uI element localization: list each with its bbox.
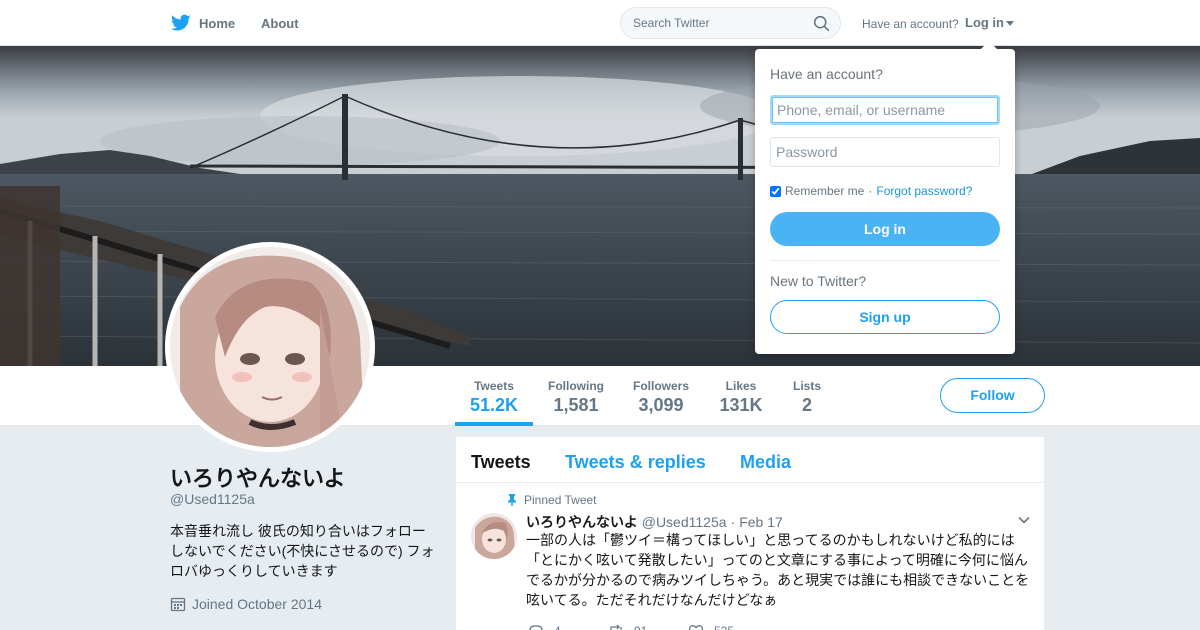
forgot-password-link[interactable]: Forgot password? [876,184,972,198]
top-navigation-bar: Home About Have an account? Log in [0,0,1200,46]
tweet-header: いろりやんないよ @Used1125a · Feb 17 [526,512,783,532]
retweet-count: 91 [634,624,647,630]
nav-about-link[interactable]: About [261,16,299,31]
stat-tweets-label: Tweets [474,379,514,393]
remember-me-checkbox[interactable] [770,185,781,197]
tweet-author-handle[interactable]: @Used1125a [642,514,727,530]
follow-button[interactable]: Follow [940,378,1045,413]
profile-handle[interactable]: @Used1125a [170,491,255,507]
stat-tweets-value: 51.2K [469,395,519,415]
tweet-text: 一部の人は「鬱ツイ＝構ってほしい」と思ってるのかもしれないけど私的には「とにかく… [526,532,1030,608]
stat-following-value: 1,581 [553,395,599,415]
login-dropdown: Have an account? Remember me · Forgot pa… [755,41,1015,354]
profile-joined-text: Joined October 2014 [192,596,322,612]
tweet-author-name[interactable]: いろりやんないよ [526,514,638,530]
timeline-tabs: Tweets Tweets & replies Media [456,437,1044,483]
reply-button[interactable]: 4 [528,623,608,630]
dropdown-arrow [981,41,997,49]
retweet-button[interactable]: 91 [608,623,688,630]
pinned-text: Pinned Tweet [524,493,597,507]
pin-icon [508,494,516,506]
tweet-timestamp[interactable]: Feb 17 [739,514,783,530]
profile-bio: 本音垂れ流し 彼氏の知り合いはフォローしないでください(不快にさせるので) フォ… [170,523,435,579]
stat-likes[interactable]: Likes 131K [712,366,770,426]
login-toggle-label: Log in [965,15,1004,30]
stat-followers-label: Followers [632,379,689,393]
stat-lists-value: 2 [801,395,812,415]
remember-separator: · [868,184,873,198]
twitter-bird-icon [171,14,191,31]
profile-avatar[interactable] [165,242,375,452]
username-field[interactable] [770,95,1000,125]
signup-button[interactable]: Sign up [770,300,1000,334]
tab-media[interactable]: Media [740,452,791,473]
calendar-icon [170,597,186,612]
stat-lists-label: Lists [792,379,821,393]
caret-down-icon [1006,21,1014,27]
pinned-label: Pinned Tweet [506,493,597,507]
stat-tweets[interactable]: Tweets 51.2K [455,366,533,426]
remember-me-row: Remember me · Forgot password? [770,184,972,198]
nav-home-link[interactable]: Home [171,13,235,33]
tweet-separator: · [730,514,736,530]
like-count: 525 [714,624,734,630]
stat-followers-value: 3,099 [638,395,684,415]
search-icon[interactable] [813,15,830,32]
tweet-actions: 4 91 525 [528,623,768,630]
stat-likes-value: 131K [719,395,763,415]
new-to-twitter-text: New to Twitter? [770,273,867,289]
pinned-tweet[interactable]: Pinned Tweet いろりやんないよ @Used1125a · Feb 17 一… [456,483,1044,630]
search-input[interactable] [633,14,803,32]
timeline: Tweets Tweets & replies Media Pinned Twe… [456,437,1044,630]
stat-lists[interactable]: Lists 2 [785,366,829,426]
heart-icon [688,625,704,630]
like-button[interactable]: 525 [688,623,768,630]
profile-name[interactable]: いろりやんないよ [170,461,346,493]
password-field[interactable] [770,137,1000,167]
stat-likes-label: Likes [725,379,757,393]
nav-home-label: Home [199,15,236,31]
remember-me-label[interactable]: Remember me [785,184,864,198]
tweet-avatar[interactable] [471,513,517,559]
tab-tweets-and-replies[interactable]: Tweets & replies [565,452,706,473]
search-box [620,7,841,39]
dropdown-divider [770,260,1000,261]
stat-followers[interactable]: Followers 3,099 [626,366,696,426]
tab-tweets[interactable]: Tweets [471,452,531,473]
chevron-down-icon[interactable] [1018,514,1030,526]
retweet-icon [610,624,622,630]
profile-joined: Joined October 2014 [170,596,322,612]
reply-icon [529,625,543,630]
dropdown-title: Have an account? [770,66,883,82]
reply-count: 4 [554,624,561,630]
stat-following[interactable]: Following 1,581 [540,366,612,426]
login-dropdown-toggle[interactable]: Log in [965,15,1014,30]
login-button[interactable]: Log in [770,212,1000,246]
have-account-text: Have an account? [862,17,959,31]
stat-following-label: Following [548,379,604,393]
